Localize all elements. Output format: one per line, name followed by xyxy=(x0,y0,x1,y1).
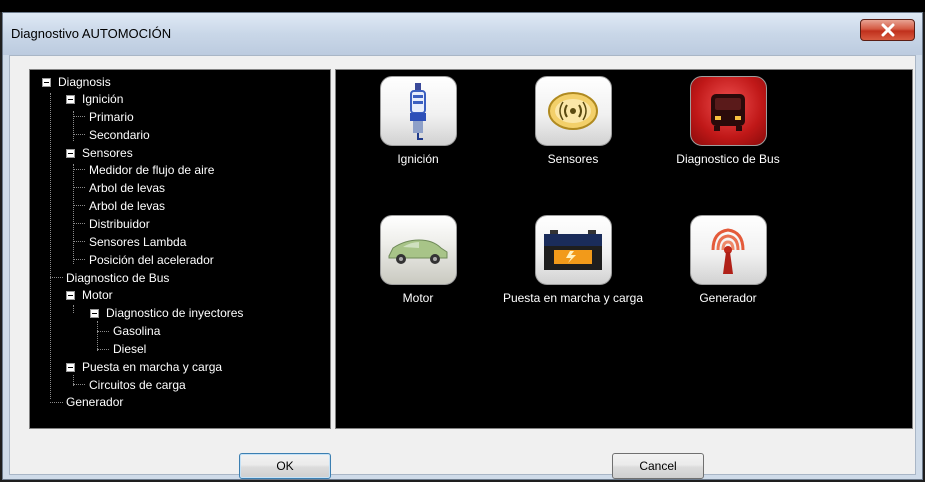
tree-node-label: Puesta en marcha y carga xyxy=(82,360,223,374)
tree-node-arbol-levas-2[interactable]: Arbol de levas xyxy=(87,198,167,214)
car-icon xyxy=(388,239,448,264)
tree-node-label: Diesel xyxy=(113,342,147,356)
tile-diagnostico-bus[interactable]: Diagnostico de Bus xyxy=(653,76,803,167)
tile-icon-frame xyxy=(534,215,612,285)
tree-node-label: Generador xyxy=(66,395,124,409)
tree-node-label: Diagnostico de Bus xyxy=(66,271,170,285)
diagnosis-tree: Diagnosis Ignición Primario Secondario S… xyxy=(30,70,330,428)
tree-node-posicion-acelerador[interactable]: Posición del acelerador xyxy=(87,252,216,268)
tree-node-label: Distribuidor xyxy=(89,217,150,231)
tree-node-sensores[interactable]: Sensores xyxy=(66,145,135,161)
antenna-signal-icon xyxy=(711,228,745,274)
tile-icon-frame xyxy=(689,215,767,285)
tree-node-label: Arbol de levas xyxy=(89,199,166,213)
tree-node-label: Ignición xyxy=(82,92,124,106)
tree-node-label: Sensores Lambda xyxy=(89,235,187,249)
tree-node-gasolina[interactable]: Gasolina xyxy=(111,323,162,339)
battery-icon xyxy=(544,230,602,270)
tree-node-sensores-lambda[interactable]: Sensores Lambda xyxy=(87,234,188,250)
tile-icon-frame xyxy=(379,76,457,146)
tile-label: Sensores xyxy=(547,152,599,166)
collapse-toggle[interactable] xyxy=(42,77,51,87)
tile-label: Diagnostico de Bus xyxy=(676,152,780,166)
tile-label: Generador xyxy=(699,291,757,305)
tree-node-diagnostico-bus[interactable]: Diagnostico de Bus xyxy=(64,270,171,286)
tree-node-generador[interactable]: Generador xyxy=(64,394,125,410)
tree-node-diagnostico-inyectores[interactable]: Diagnostico de inyectores xyxy=(90,305,245,321)
window-title: Diagnostivo AUTOMOCIÓN xyxy=(11,26,172,41)
collapse-toggle[interactable] xyxy=(90,308,99,318)
spark-plug-icon xyxy=(410,83,426,140)
tree-node-label: Primario xyxy=(89,110,134,124)
diagnosis-icon-panel: Ignición Sensores Diagnostico de Bus Mot… xyxy=(335,69,913,429)
tree-node-circuitos-carga[interactable]: Circuitos de carga xyxy=(87,377,188,393)
dialog-client-area: Diagnosis Ignición Primario Secondario S… xyxy=(9,55,916,479)
title-bar[interactable]: Diagnostivo AUTOMOCIÓN xyxy=(3,13,922,55)
close-button[interactable] xyxy=(860,19,915,41)
tree-node-label: Motor xyxy=(82,288,113,302)
tile-label: Puesta en marcha y carga xyxy=(502,291,644,305)
tile-ignicion[interactable]: Ignición xyxy=(343,76,493,167)
close-icon xyxy=(881,23,894,37)
tree-node-diagnosis[interactable]: Diagnosis xyxy=(42,74,113,90)
tree-node-label: Sensores xyxy=(82,146,133,160)
tree-node-distribuidor[interactable]: Distribuidor xyxy=(87,216,152,232)
tree-node-medidor-flujo-aire[interactable]: Medidor de flujo de aire xyxy=(87,162,216,178)
tree-node-secondario[interactable]: Secondario xyxy=(87,127,152,143)
tree-node-label: Secondario xyxy=(89,128,150,142)
tree-node-label: Medidor de flujo de aire xyxy=(89,163,215,177)
tree-node-primario[interactable]: Primario xyxy=(87,109,136,125)
screen-top-strip xyxy=(0,0,925,12)
tree-node-label: Arbol de levas xyxy=(89,181,166,195)
collapse-toggle[interactable] xyxy=(66,94,75,104)
tile-generador[interactable]: Generador xyxy=(653,215,803,306)
tile-motor[interactable]: Motor xyxy=(343,215,493,306)
tree-node-label: Gasolina xyxy=(113,324,161,338)
tree-node-label: Diagnostico de inyectores xyxy=(106,306,244,320)
tile-label: Motor xyxy=(402,291,434,305)
tree-node-label: Diagnosis xyxy=(58,75,111,89)
tree-node-puesta-marcha-carga[interactable]: Puesta en marcha y carga xyxy=(66,359,224,375)
tile-label: Ignición xyxy=(397,152,439,166)
tile-icon-frame xyxy=(689,76,767,146)
dialog-window: Diagnostivo AUTOMOCIÓN Diagnosis Ignició… xyxy=(2,12,923,480)
tree-node-label: Circuitos de carga xyxy=(89,378,186,392)
tree-node-label: Posición del acelerador xyxy=(89,253,214,267)
tile-icon-frame xyxy=(534,76,612,146)
tree-node-diesel[interactable]: Diesel xyxy=(111,341,148,357)
collapse-toggle[interactable] xyxy=(66,148,75,158)
cancel-button[interactable]: Cancel xyxy=(612,453,704,479)
tile-puesta-marcha-carga[interactable]: Puesta en marcha y carga xyxy=(498,215,648,306)
tree-node-ignicion[interactable]: Ignición xyxy=(66,91,125,107)
tree-node-motor[interactable]: Motor xyxy=(66,287,115,303)
diagnosis-tree-panel[interactable]: Diagnosis Ignición Primario Secondario S… xyxy=(29,69,331,429)
tree-node-arbol-levas-1[interactable]: Arbol de levas xyxy=(87,180,167,196)
bus-icon xyxy=(711,94,745,131)
sensor-signal-icon xyxy=(548,92,598,130)
ok-button[interactable]: OK xyxy=(239,453,331,479)
tile-icon-frame xyxy=(379,215,457,285)
tile-sensores[interactable]: Sensores xyxy=(498,76,648,167)
collapse-toggle[interactable] xyxy=(66,362,75,372)
collapse-toggle[interactable] xyxy=(66,290,75,300)
